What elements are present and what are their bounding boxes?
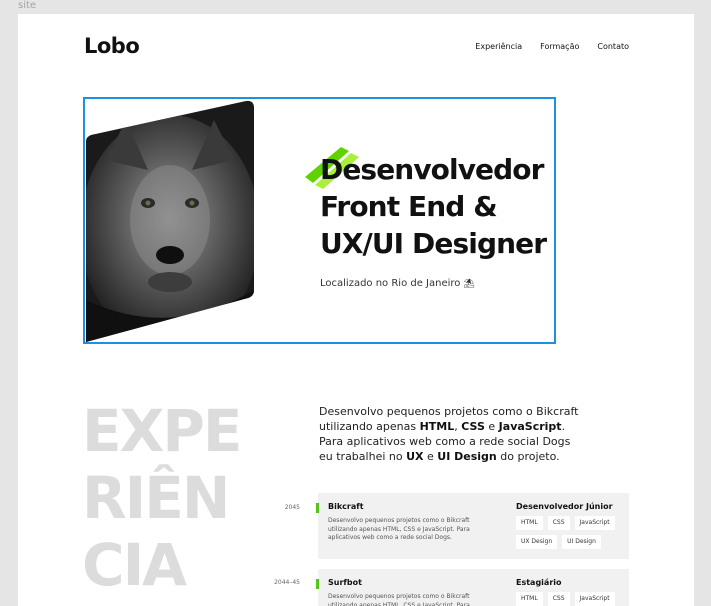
nav-link-contato[interactable]: Contato — [597, 42, 629, 51]
intro-ux: UX — [406, 450, 424, 463]
intro-sep: e — [484, 420, 499, 433]
canvas-frame-label: site — [18, 0, 37, 11]
wolf-image — [86, 100, 254, 342]
intro-css: CSS — [461, 420, 485, 433]
job-marker — [316, 503, 319, 513]
logo[interactable]: Lobo — [84, 34, 140, 58]
job-description: Desenvolvo pequenos projetos como o Bikc… — [328, 593, 470, 606]
job-marker — [316, 579, 319, 589]
experience-heading: EXPE RIÊN CIA — [82, 397, 242, 599]
nav-link-experiencia[interactable]: Experiência — [475, 42, 522, 51]
intro-text: do projeto. — [496, 450, 560, 463]
hero-section[interactable]: Desenvolvedor Front End & UX/UI Designer… — [83, 97, 556, 344]
tag: CSS — [547, 516, 570, 530]
beach-umbrella-icon: ⛱ — [463, 279, 475, 289]
job-description: Desenvolvo pequenos projetos como o Bikc… — [328, 517, 470, 541]
job-role: Estagiário — [516, 578, 562, 587]
job-year: 2045 — [284, 504, 300, 511]
intro-html: HTML — [419, 420, 455, 433]
tag: JavaScript — [574, 592, 615, 606]
tag: CSS — [547, 592, 570, 606]
experience-heading-line-2: RIÊN — [82, 464, 230, 532]
job-card-surfbot[interactable]: Surfbot Desenvolvo pequenos projetos com… — [316, 569, 629, 606]
job-role: Desenvolvedor Júnior — [516, 502, 613, 511]
site-page: Lobo Experiência Formação Contato Desenv… — [18, 14, 694, 606]
job-company: Bikcraft — [328, 502, 364, 511]
tag: UI Design — [562, 535, 601, 549]
nav-link-formacao[interactable]: Formação — [540, 42, 579, 51]
location-label: Localizado no Rio de Janeiro — [320, 278, 461, 289]
main-nav: Experiência Formação Contato — [475, 42, 629, 51]
hero-title: Desenvolvedor Front End & UX/UI Designer — [320, 151, 547, 262]
experience-heading-line-3: CIA — [82, 531, 187, 599]
hero-title-line-3: UX/UI Designer — [320, 227, 547, 260]
intro-ui-design: UI Design — [437, 450, 497, 463]
tag: JavaScript — [574, 516, 615, 530]
intro-sep: e — [423, 450, 438, 463]
hero-title-line-2: Front End & — [320, 190, 498, 223]
intro-javascript: JavaScript — [498, 420, 562, 433]
experience-heading-line-1: EXPE — [82, 397, 242, 465]
job-tags: HTML CSS JavaScript — [516, 592, 624, 606]
hero-title-line-1: Desenvolvedor — [320, 153, 544, 186]
tag: HTML — [516, 516, 543, 530]
location-text: Localizado no Rio de Janeiro ⛱ — [320, 278, 475, 289]
tag: UX Design — [516, 535, 558, 549]
job-company: Surfbot — [328, 578, 362, 587]
tag: HTML — [516, 592, 543, 606]
job-year: 2044–45 — [274, 579, 300, 586]
job-card-bikcraft[interactable]: Bikcraft Desenvolvo pequenos projetos co… — [316, 493, 629, 559]
experience-intro: Desenvolvo pequenos projetos como o Bikc… — [319, 404, 581, 464]
job-tags: HTML CSS JavaScript UX Design UI Design — [516, 516, 624, 549]
